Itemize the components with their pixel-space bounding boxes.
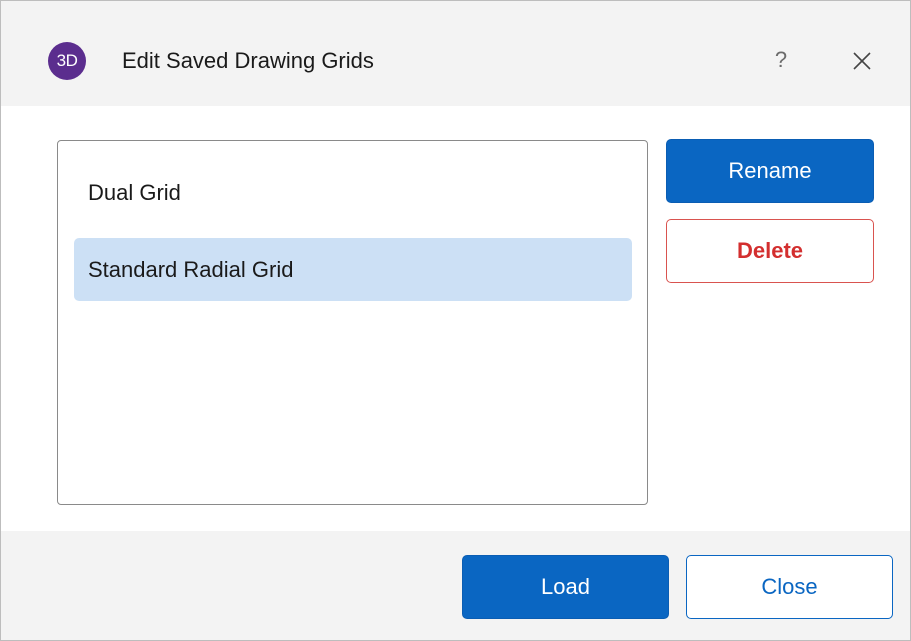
title-bar: 3D Edit Saved Drawing Grids ?: [1, 1, 910, 106]
delete-button[interactable]: Delete: [666, 219, 874, 283]
load-button[interactable]: Load: [462, 555, 669, 619]
close-button[interactable]: Close: [686, 555, 893, 619]
rename-button[interactable]: Rename: [666, 139, 874, 203]
list-item-standard-radial-grid[interactable]: Standard Radial Grid: [74, 238, 632, 301]
dialog-footer: Load Close: [1, 531, 910, 640]
edit-saved-drawing-grids-dialog: 3D Edit Saved Drawing Grids ? Dual Grid …: [0, 0, 911, 641]
saved-grids-list[interactable]: Dual Grid Standard Radial Grid: [57, 140, 648, 505]
list-item-dual-grid[interactable]: Dual Grid: [74, 161, 632, 224]
close-icon: [853, 52, 871, 70]
app-logo-icon: 3D: [48, 42, 86, 80]
help-button[interactable]: ?: [767, 44, 795, 76]
close-window-button[interactable]: [846, 45, 878, 77]
dialog-title: Edit Saved Drawing Grids: [122, 48, 374, 73]
